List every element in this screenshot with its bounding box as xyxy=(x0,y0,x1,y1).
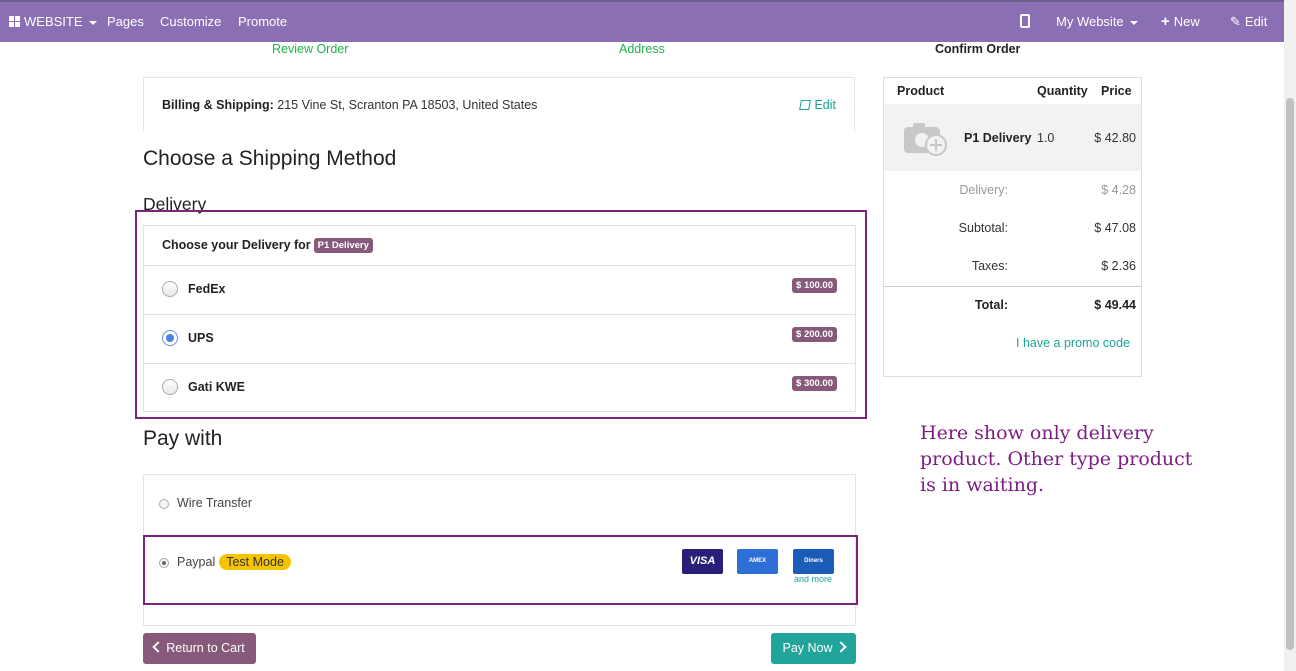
product-badge: P1 Delivery xyxy=(313,238,373,253)
step-confirm-order: Confirm Order xyxy=(935,42,1021,56)
step-address[interactable]: Address xyxy=(619,42,665,56)
annotation-note: Here show only delivery product. Other t… xyxy=(920,422,1193,496)
summary-divider xyxy=(884,286,1141,287)
plus-icon: + xyxy=(1161,13,1170,30)
delivery-options-box: Choose your Delivery for P1 Delivery FedE… xyxy=(143,225,856,412)
col-quantity: Quantity xyxy=(1037,84,1088,98)
summary-taxes-label: Taxes: xyxy=(971,259,1008,273)
radio-gati[interactable] xyxy=(162,379,178,395)
chevron-right-icon xyxy=(834,641,847,653)
billing-edit-link[interactable]: Edit xyxy=(799,98,836,112)
delivery-option-fedex[interactable]: FedEx $ 100.00 xyxy=(144,266,855,315)
billing-shipping-box: Billing & Shipping: 215 Vine St, Scranto… xyxy=(143,77,855,131)
promote-menu[interactable]: Promote xyxy=(238,2,287,42)
pencil-icon: ✎ xyxy=(1230,14,1241,29)
billing-address: 215 Vine St, Scranton PA 18503, United S… xyxy=(277,98,538,112)
top-navbar: WEBSITE Pages Customize Promote My Websi… xyxy=(0,0,1284,42)
price-badge: $ 300.00 xyxy=(792,376,837,391)
paypal-highlight-frame xyxy=(143,535,858,605)
order-summary: Product Quantity Price P1 Delivery 1.0 $… xyxy=(883,77,1142,377)
edit-icon xyxy=(799,100,812,110)
delivery-option-ups[interactable]: UPS $ 200.00 xyxy=(144,315,855,364)
pay-heading: Pay with xyxy=(143,427,223,450)
billing-label: Billing & Shipping: xyxy=(162,98,274,112)
promo-code-link[interactable]: I have a promo code xyxy=(1016,336,1130,350)
my-website-menu[interactable]: My Website xyxy=(1056,2,1138,42)
pay-now-button[interactable]: Pay Now xyxy=(771,633,856,664)
summary-item-price: $ 42.80 xyxy=(1094,131,1136,145)
summary-subtotal-label: Subtotal: xyxy=(958,221,1008,235)
summary-total-value: $ 49.44 xyxy=(1094,298,1136,312)
radio-ups[interactable] xyxy=(162,330,178,346)
price-badge: $ 100.00 xyxy=(792,278,837,293)
caret-down-icon xyxy=(88,20,97,25)
col-price: Price xyxy=(1101,84,1132,98)
delivery-choose-label: Choose your Delivery for xyxy=(162,238,311,252)
summary-total-label: Total: xyxy=(974,298,1008,312)
summary-item-name: P1 Delivery xyxy=(964,131,1032,145)
mobile-icon xyxy=(1020,14,1030,28)
mobile-preview-button[interactable] xyxy=(1020,2,1030,42)
new-button[interactable]: + New xyxy=(1161,2,1200,42)
summary-delivery-label: Delivery: xyxy=(959,183,1008,197)
radio-wire-transfer[interactable] xyxy=(159,499,169,509)
summary-delivery-value: $ 4.28 xyxy=(1101,183,1136,197)
scrollbar[interactable] xyxy=(1284,0,1296,671)
radio-fedex[interactable] xyxy=(162,281,178,297)
summary-product-row: P1 Delivery 1.0 $ 42.80 xyxy=(884,104,1141,171)
apps-grid-icon xyxy=(9,16,20,27)
shipping-heading: Choose a Shipping Method xyxy=(143,147,397,170)
summary-item-qty: 1.0 xyxy=(1037,131,1055,145)
website-menu[interactable]: WEBSITE xyxy=(9,2,97,42)
step-review-order[interactable]: Review Order xyxy=(272,42,348,56)
summary-taxes-value: $ 2.36 xyxy=(1101,259,1136,273)
col-product: Product xyxy=(897,84,945,98)
price-badge: $ 200.00 xyxy=(792,327,837,342)
summary-subtotal-value: $ 47.08 xyxy=(1094,221,1136,235)
edit-button[interactable]: ✎ Edit xyxy=(1230,2,1267,42)
return-to-cart-button[interactable]: Return to Cart xyxy=(143,633,256,664)
product-image-placeholder-icon xyxy=(904,123,947,156)
scrollbar-thumb[interactable] xyxy=(1286,98,1294,650)
pages-menu[interactable]: Pages xyxy=(107,2,144,42)
caret-down-icon xyxy=(1129,20,1138,25)
customize-menu[interactable]: Customize xyxy=(160,2,221,42)
chevron-left-icon xyxy=(152,641,164,653)
delivery-option-gati[interactable]: Gati KWE $ 300.00 xyxy=(144,364,855,413)
